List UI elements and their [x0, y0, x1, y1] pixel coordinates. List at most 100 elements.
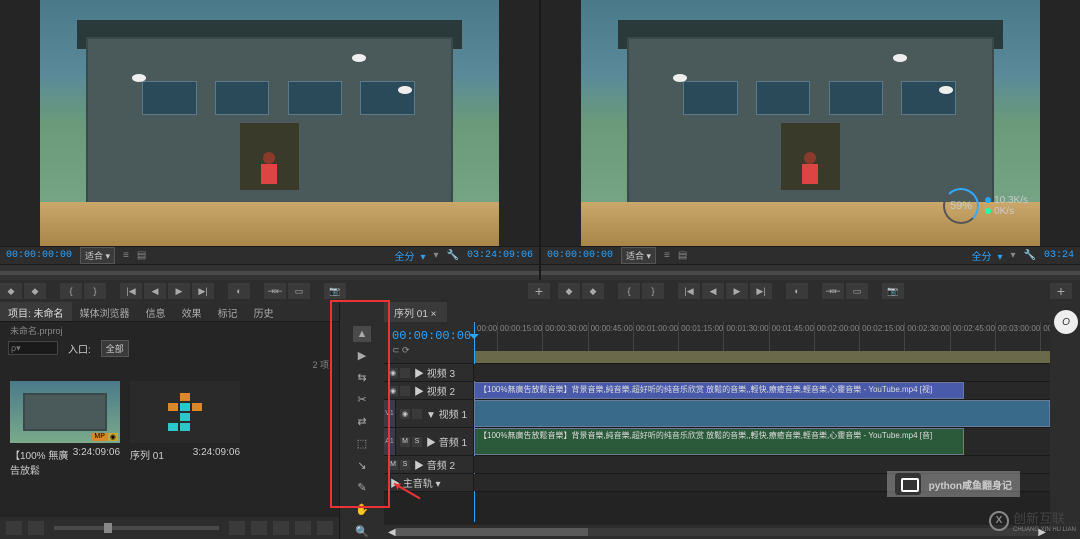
search-input[interactable] — [8, 341, 58, 355]
time-ruler[interactable]: 00:0000:00:15:0000:00:30:0000:00:45:0000… — [474, 322, 1050, 363]
lock-toggle[interactable] — [400, 368, 410, 378]
goto-out-button[interactable]: } — [84, 283, 106, 299]
play-reverse-button[interactable]: ◀ — [144, 283, 166, 299]
source-viewer[interactable] — [40, 0, 499, 246]
new-bin-icon[interactable] — [273, 521, 289, 535]
source-tc-out: 03:24:09:06 — [467, 250, 533, 261]
program-scrubber[interactable] — [541, 264, 1080, 280]
sort-icon[interactable] — [229, 521, 245, 535]
eye-toggle[interactable]: ◉ — [400, 409, 410, 419]
safe-margins-icon[interactable]: ▤ — [137, 250, 146, 261]
thumb-size-slider[interactable] — [54, 526, 219, 530]
source-monitor: 00:00:00:00 适合 ▾ ≡ ▤ 全分 ▾ ▾ 🔧 03:24:09:0… — [0, 0, 539, 280]
play-reverse-button[interactable]: ◀ — [702, 283, 724, 299]
add-button[interactable]: + — [1050, 283, 1072, 299]
track-select-tool[interactable]: ▶ — [353, 348, 371, 364]
rate-stretch-tool[interactable]: ↘ — [353, 457, 371, 473]
lift-button[interactable]: ⇥⇤ — [822, 283, 844, 299]
project-filename: 未命名.prproj — [0, 322, 339, 338]
extract-button[interactable]: ▭ — [846, 283, 868, 299]
timeline-timecode[interactable]: 00:00:00:00 — [392, 329, 474, 343]
hand-tool[interactable]: ✋ — [353, 501, 371, 517]
program-monitor: 59% 10.3K/s 0K/s 00:00:00:00 适合 ▾ ≡ ▤ 全分… — [541, 0, 1080, 280]
settings-icon[interactable]: ≡ — [123, 250, 129, 261]
loop-button[interactable]: ◐ — [786, 283, 808, 299]
audio-clip[interactable]: 【100%無廣告放鬆音樂】背景音樂,純音樂,超好听的纯音乐欣赏 放鬆的音樂,,輕… — [474, 428, 964, 455]
new-item-icon[interactable] — [295, 521, 311, 535]
solo-toggle[interactable]: S — [400, 460, 410, 470]
goto-in-button[interactable]: { — [618, 283, 640, 299]
list-view-icon[interactable] — [6, 521, 22, 535]
source-quality[interactable]: 全分 ▾ — [394, 248, 425, 264]
bin-item-sequence[interactable]: 序列 013:24:09:06 — [130, 381, 240, 507]
project-panel: 项目: 未命名 媒体浏览器 信息 效果 标记 历史 未命名.prproj 入口:… — [0, 302, 340, 539]
mute-toggle[interactable]: M — [388, 460, 398, 470]
bin-grid: MP◉ 【100% 無廣告放鬆3:24:09:06 序列 013:24:09:0… — [0, 371, 339, 517]
a1-target[interactable]: A1 — [384, 428, 396, 455]
source-scrubber[interactable] — [0, 264, 539, 280]
track-v1: V1 ◉▼ 视频 1 — [384, 400, 1050, 428]
wrench-icon[interactable]: 🔧 — [447, 250, 459, 261]
output-icon[interactable]: ▾ — [434, 250, 439, 261]
eye-toggle[interactable]: ◉ — [388, 368, 398, 378]
selection-tool[interactable]: ▲ — [353, 326, 371, 342]
slip-tool[interactable]: ⇄ — [353, 414, 371, 430]
tab-history[interactable]: 历史 — [246, 302, 282, 321]
play-button[interactable]: ▶ — [726, 283, 748, 299]
rate-up: 10.3K/s — [985, 195, 1028, 206]
settings-icon[interactable]: ≡ — [664, 250, 670, 261]
sequence-tab[interactable]: 序列 01 × — [384, 302, 447, 322]
overwrite-button[interactable]: ▭ — [288, 283, 310, 299]
insert-button[interactable]: ⇥⇤ — [264, 283, 286, 299]
loop-button[interactable]: ◐ — [228, 283, 250, 299]
mark-out-button[interactable]: ◆ — [24, 283, 46, 299]
pen-tool[interactable]: ✎ — [353, 479, 371, 495]
step-forward-button[interactable]: ▶| — [192, 283, 214, 299]
panel-knob-icon[interactable]: O — [1054, 310, 1078, 334]
lock-toggle[interactable] — [400, 386, 410, 396]
add-button[interactable]: + — [528, 283, 550, 299]
delete-icon[interactable] — [317, 521, 333, 535]
video-clip[interactable] — [474, 400, 1050, 427]
solo-toggle[interactable]: S — [412, 437, 422, 447]
source-zoom-select[interactable]: 适合 ▾ — [80, 247, 115, 264]
play-button[interactable]: ▶ — [168, 283, 190, 299]
mark-in-button[interactable]: ◆ — [0, 283, 22, 299]
tab-markers[interactable]: 标记 — [210, 302, 246, 321]
program-zoom-select[interactable]: 适合 ▾ — [621, 247, 656, 264]
export-frame-button[interactable]: 📷 — [882, 283, 904, 299]
project-tabs: 项目: 未命名 媒体浏览器 信息 效果 标记 历史 — [0, 302, 339, 322]
ripple-edit-tool[interactable]: ⇆ — [353, 370, 371, 386]
export-frame-button[interactable]: 📷 — [324, 283, 346, 299]
step-back-button[interactable]: |◀ — [678, 283, 700, 299]
output-icon[interactable]: ▾ — [1011, 250, 1016, 261]
eye-toggle[interactable]: ◉ — [388, 386, 398, 396]
goto-in-button[interactable]: { — [60, 283, 82, 299]
video-clip[interactable]: 【100%無廣告放鬆音樂】背景音樂,純音樂,超好听的纯音乐欣赏 放鬆的音樂,,輕… — [474, 382, 964, 399]
item-count: 2 项 — [0, 358, 339, 371]
tab-media-browser[interactable]: 媒体浏览器 — [72, 302, 138, 321]
wrench-icon[interactable]: 🔧 — [1024, 250, 1036, 261]
razor-tool[interactable]: ✂ — [353, 392, 371, 408]
lock-toggle[interactable] — [412, 409, 422, 419]
step-forward-button[interactable]: ▶| — [750, 283, 772, 299]
source-tc-in: 00:00:00:00 — [6, 250, 72, 261]
tab-project[interactable]: 项目: 未命名 — [0, 302, 72, 321]
program-quality[interactable]: 全分 ▾ — [971, 248, 1002, 264]
snap-toggle[interactable]: ⊂ ⟳ — [392, 345, 474, 356]
mark-out-button[interactable]: ◆ — [582, 283, 604, 299]
step-back-button[interactable]: |◀ — [120, 283, 142, 299]
mute-toggle[interactable]: M — [400, 437, 410, 447]
tab-effects[interactable]: 效果 — [174, 302, 210, 321]
v1-target[interactable]: V1 — [384, 400, 396, 427]
bin-item-clip[interactable]: MP◉ 【100% 無廣告放鬆3:24:09:06 — [10, 381, 120, 507]
find-icon[interactable] — [251, 521, 267, 535]
safe-margins-icon[interactable]: ▤ — [678, 250, 687, 261]
tab-info[interactable]: 信息 — [138, 302, 174, 321]
goto-out-button[interactable]: } — [642, 283, 664, 299]
filter-select[interactable]: 全部 — [101, 340, 129, 357]
program-viewer[interactable]: 59% 10.3K/s 0K/s — [581, 0, 1040, 246]
icon-view-icon[interactable] — [28, 521, 44, 535]
slide-tool[interactable]: ⬚ — [353, 436, 371, 452]
mark-in-button[interactable]: ◆ — [558, 283, 580, 299]
